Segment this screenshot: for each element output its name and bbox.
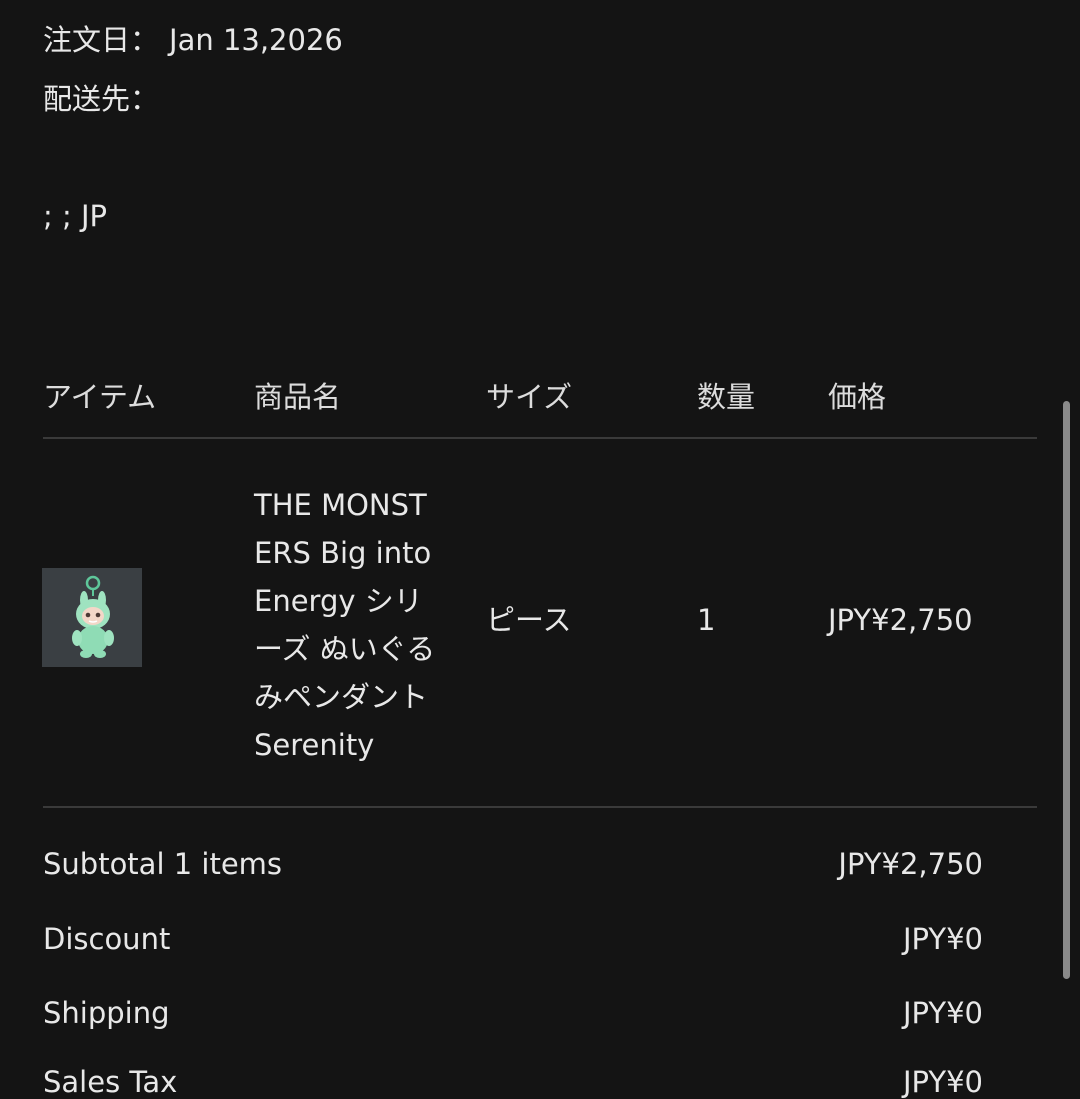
product-price: JPY¥2,750 bbox=[828, 603, 973, 637]
column-header-quantity: 数量 bbox=[697, 380, 756, 414]
discount-value: JPY¥0 bbox=[902, 922, 983, 956]
table-row-divider bbox=[43, 806, 1037, 808]
order-date: 注文日： Jan 13,2026 bbox=[43, 26, 343, 55]
column-header-item: アイテム bbox=[43, 380, 157, 414]
shipping-address-value: ; ; JP bbox=[43, 199, 108, 233]
product-name[interactable]: THE MONST ERS Big into Energy シリ ーズ ぬいぐる… bbox=[254, 481, 459, 769]
order-date-label: 注文日： bbox=[43, 23, 160, 57]
order-date-value: Jan 13,2026 bbox=[169, 23, 343, 57]
column-header-product-name: 商品名 bbox=[254, 380, 342, 414]
shipping-address-label: 配送先： bbox=[43, 82, 160, 116]
product-quantity: 1 bbox=[697, 603, 716, 637]
subtotal-label: Subtotal 1 items bbox=[43, 847, 283, 881]
shipping-value: JPY¥0 bbox=[902, 996, 983, 1030]
table-header-divider bbox=[43, 437, 1037, 439]
sales-tax-label: Sales Tax bbox=[43, 1065, 178, 1099]
product-thumbnail[interactable] bbox=[42, 568, 142, 667]
shipping-label: Shipping bbox=[43, 996, 170, 1030]
subtotal-value: JPY¥2,750 bbox=[838, 847, 983, 881]
sales-tax-value: JPY¥0 bbox=[902, 1065, 983, 1099]
product-size: ピース bbox=[486, 603, 572, 637]
vertical-scrollbar[interactable] bbox=[1063, 401, 1070, 979]
column-header-size: サイズ bbox=[486, 380, 573, 414]
column-header-price: 価格 bbox=[828, 380, 887, 414]
plush-pendant-icon bbox=[72, 575, 114, 658]
discount-label: Discount bbox=[43, 922, 171, 956]
